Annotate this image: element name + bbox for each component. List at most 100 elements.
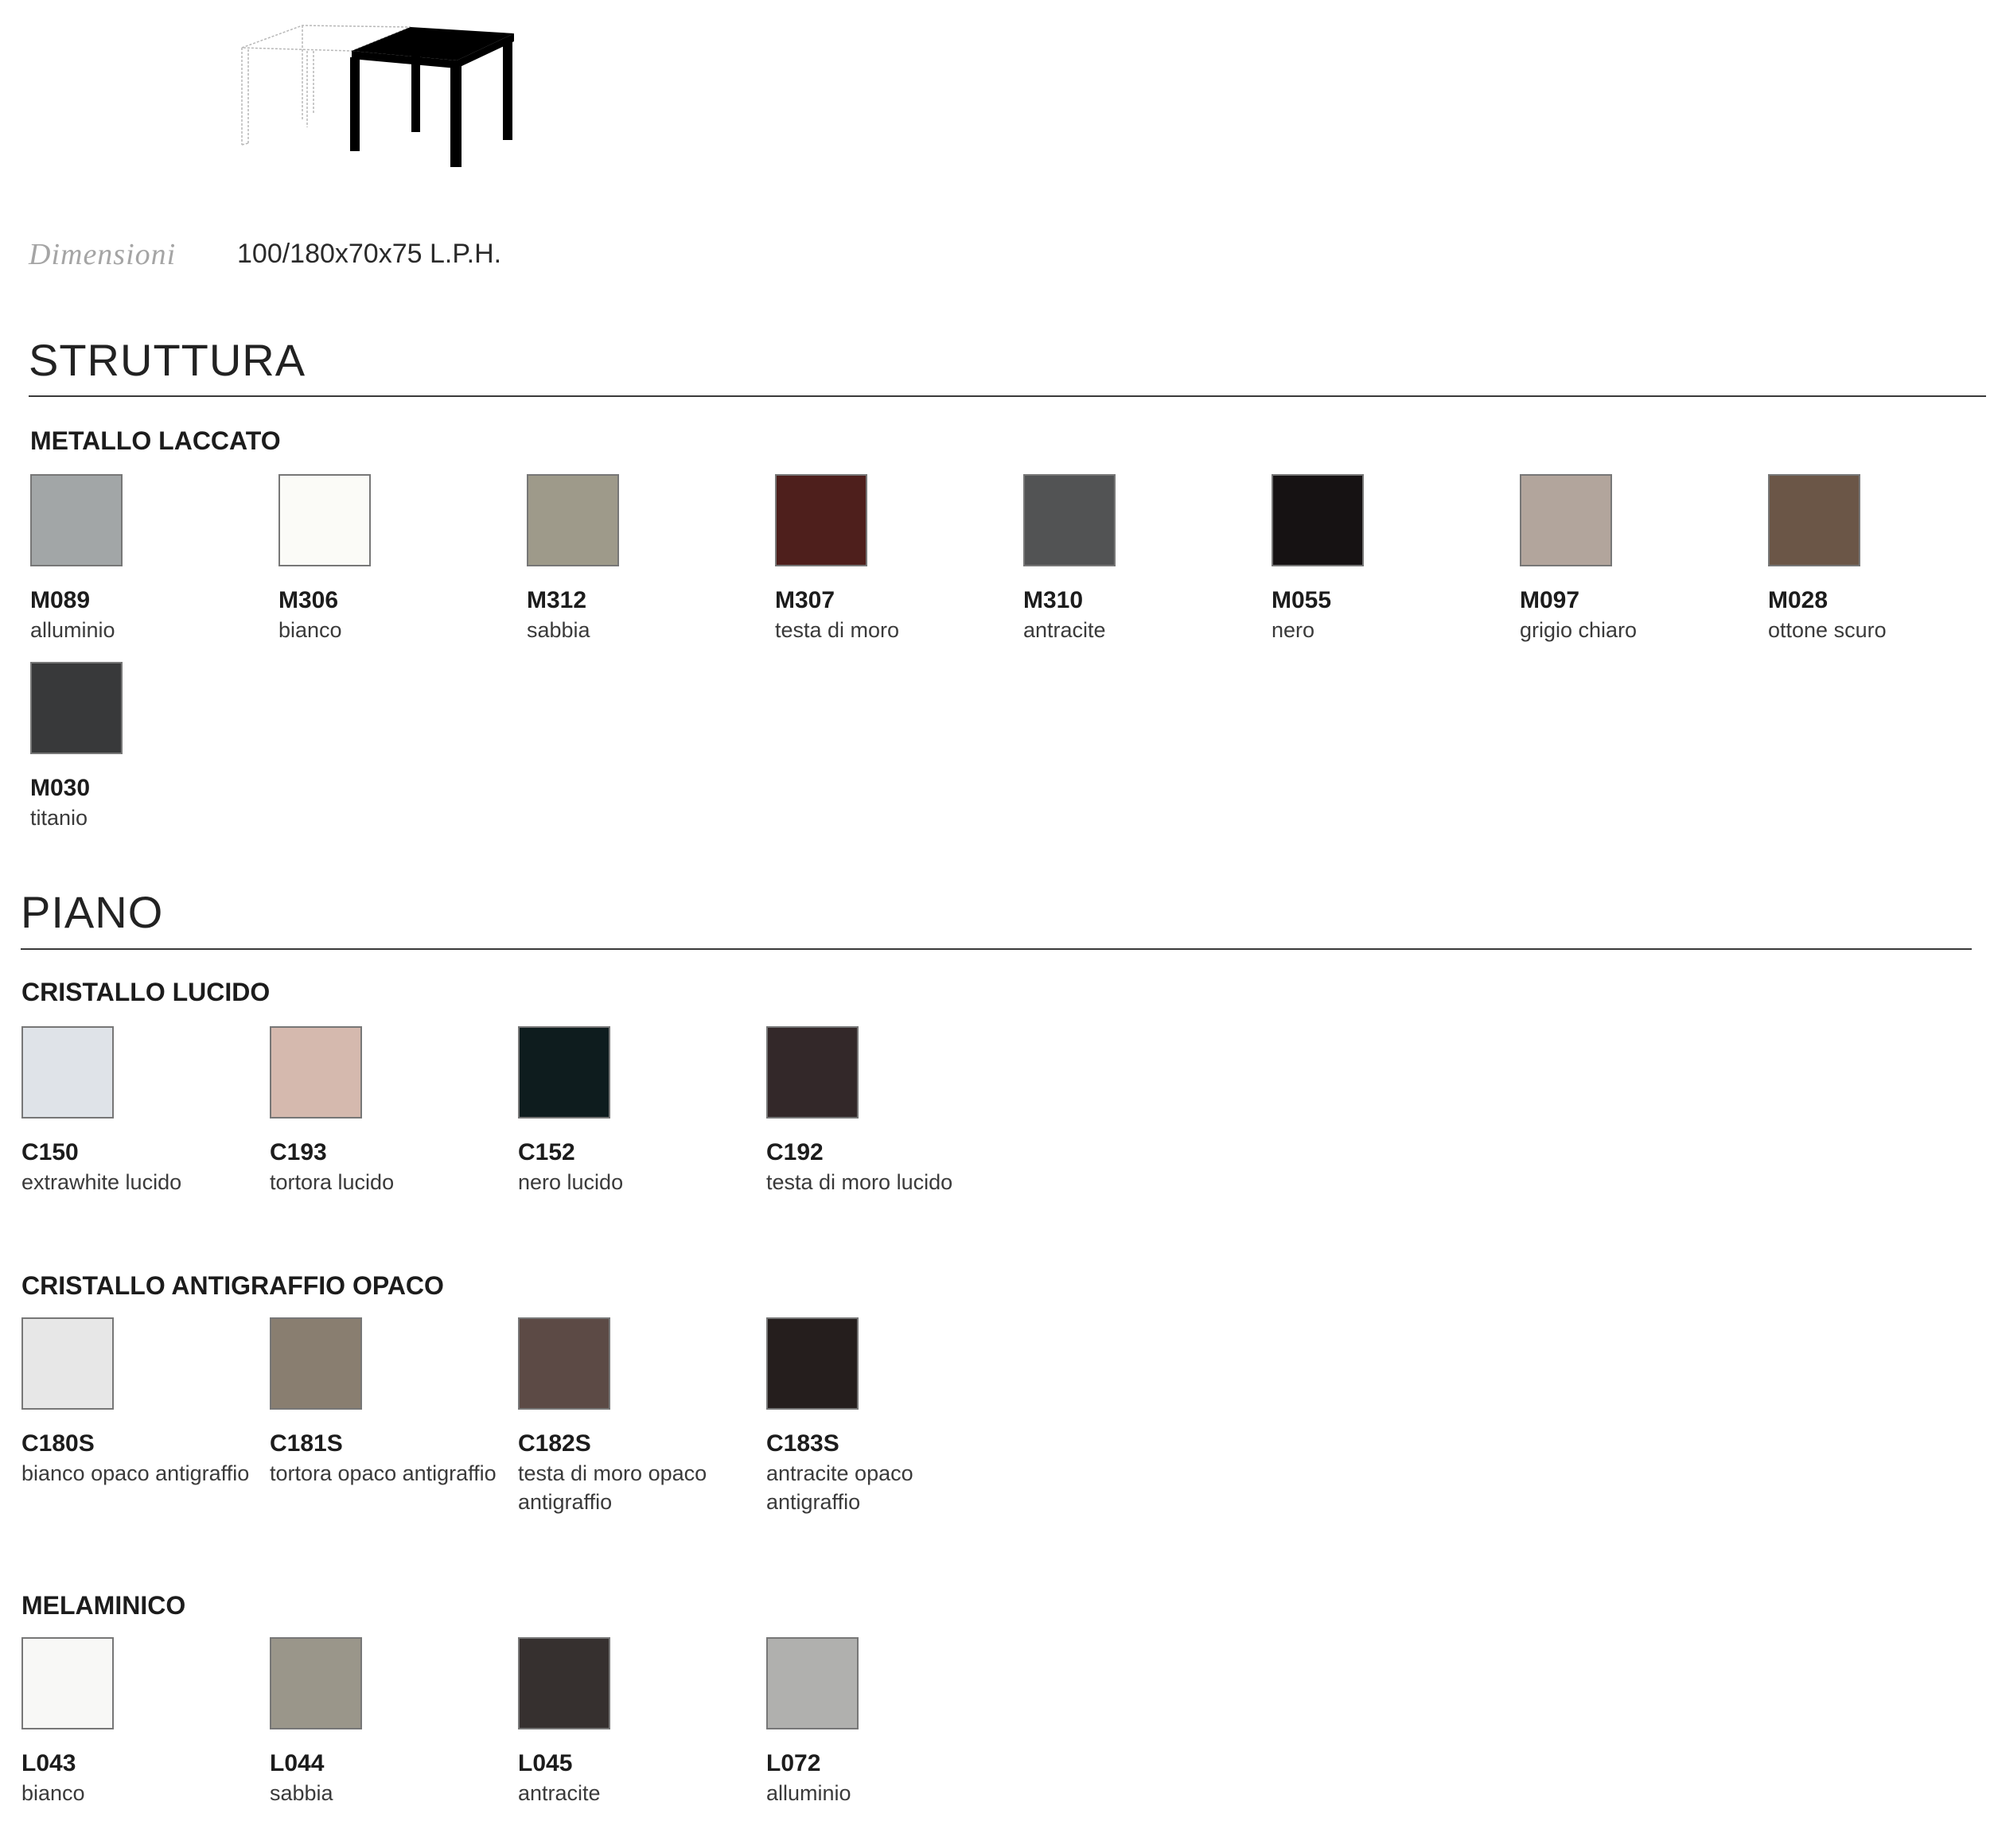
swatch-name: titanio (30, 806, 88, 830)
group-title-cristallo-lucido: CRISTALLO LUCIDO (21, 978, 271, 1006)
color-swatch[interactable] (30, 662, 123, 754)
color-swatch[interactable] (1768, 474, 1860, 566)
swatch-name: tortora lucido (270, 1170, 395, 1194)
swatch-item[interactable]: C192 testa di moro lucido (766, 1026, 1015, 1196)
color-swatch[interactable] (1272, 474, 1364, 566)
swatch-name: alluminio (766, 1781, 851, 1805)
swatch-code: C193 (270, 1139, 327, 1165)
dimensions-value: 100/180x70x75 L.P.H. (237, 239, 502, 269)
swatch-item[interactable]: M306 bianco (278, 474, 527, 644)
swatch-name: sabbia (270, 1781, 333, 1805)
swatch-code: L044 (270, 1750, 325, 1776)
swatch-item[interactable]: C150 extrawhite lucido (21, 1026, 270, 1196)
swatch-code: M028 (1768, 587, 1828, 613)
swatch-item[interactable]: M028 ottone scuro (1768, 474, 1994, 644)
section-divider (21, 948, 1972, 950)
color-swatch[interactable] (766, 1637, 859, 1729)
swatch-item[interactable]: M055 nero (1272, 474, 1520, 644)
swatch-item[interactable]: C152 nero lucido (518, 1026, 766, 1196)
dimensions-label: Dimensioni (29, 238, 177, 271)
color-swatch[interactable] (270, 1026, 362, 1119)
swatch-row: M089 alluminio M306 bianco M312 sabbia M307 tes… (30, 474, 1994, 644)
swatch-code: C180S (21, 1430, 95, 1457)
swatch-code: M306 (278, 587, 339, 613)
color-swatch[interactable] (527, 474, 619, 566)
swatch-code: M310 (1023, 587, 1084, 613)
color-swatch[interactable] (21, 1317, 114, 1410)
swatch-code: C181S (270, 1430, 343, 1457)
color-swatch[interactable] (518, 1317, 610, 1410)
swatch-name: bianco (278, 618, 342, 642)
swatch-code: C192 (766, 1139, 824, 1165)
color-swatch[interactable] (518, 1026, 610, 1119)
swatch-row: C150 extrawhite lucido C193 tortora lucido C… (21, 1026, 1015, 1196)
swatch-code: C182S (518, 1430, 591, 1457)
swatch-row: C180S bianco opaco antigraffio C181S tortor… (21, 1317, 1015, 1516)
swatch-code: L072 (766, 1750, 821, 1776)
group-title-cristallo-opaco: CRISTALLO ANTIGRAFFIO OPACO (21, 1271, 444, 1300)
color-swatch[interactable] (775, 474, 867, 566)
swatch-item[interactable]: C193 tortora lucido (270, 1026, 518, 1196)
group-title-metallo-laccato: METALLO LACCATO (30, 426, 281, 455)
swatch-item[interactable]: L045 antracite (518, 1637, 766, 1807)
swatch-item[interactable]: C183S antracite opaco antigraffio (766, 1317, 1015, 1516)
swatch-code: M312 (527, 587, 587, 613)
swatch-code: M089 (30, 587, 91, 613)
color-swatch[interactable] (21, 1026, 114, 1119)
swatch-item[interactable]: C180S bianco opaco antigraffio (21, 1317, 270, 1516)
swatch-name: sabbia (527, 618, 590, 642)
swatch-code: C152 (518, 1139, 575, 1165)
group-title-melaminico: MELAMINICO (21, 1591, 186, 1620)
swatch-name: tortora opaco antigraffio (270, 1461, 497, 1485)
swatch-name: antracite (1023, 618, 1106, 642)
swatch-row: M030 titanio (30, 662, 278, 832)
swatch-code: M097 (1520, 587, 1580, 613)
swatch-item[interactable]: M089 alluminio (30, 474, 278, 644)
swatch-name: ottone scuro (1768, 618, 1887, 642)
color-swatch[interactable] (766, 1026, 859, 1119)
swatch-code: M030 (30, 775, 91, 801)
swatch-name: nero (1272, 618, 1315, 642)
color-swatch[interactable] (518, 1637, 610, 1729)
swatch-code: C150 (21, 1139, 79, 1165)
swatch-code: L043 (21, 1750, 76, 1776)
swatch-name: extrawhite lucido (21, 1170, 182, 1194)
table-illustration (231, 16, 525, 170)
swatch-code: C183S (766, 1430, 839, 1457)
swatch-item[interactable]: L044 sabbia (270, 1637, 518, 1807)
swatch-item[interactable]: C181S tortora opaco antigraffio (270, 1317, 518, 1516)
swatch-item[interactable]: M312 sabbia (527, 474, 775, 644)
section-title-piano: PIANO (21, 887, 164, 937)
color-swatch[interactable] (1023, 474, 1116, 566)
color-swatch[interactable] (766, 1317, 859, 1410)
swatch-name: testa di moro lucido (766, 1170, 953, 1194)
swatch-name: antracite opaco antigraffio (766, 1461, 913, 1514)
color-swatch[interactable] (1520, 474, 1612, 566)
swatch-name: alluminio (30, 618, 115, 642)
swatch-name: testa di moro opaco antigraffio (518, 1461, 707, 1514)
swatch-code: L045 (518, 1750, 573, 1776)
swatch-item[interactable]: L072 alluminio (766, 1637, 1015, 1807)
swatch-name: bianco (21, 1781, 85, 1805)
swatch-item[interactable]: M097 grigio chiaro (1520, 474, 1768, 644)
swatch-item[interactable]: C182S testa di moro opaco antigraffio (518, 1317, 766, 1516)
swatch-name: nero lucido (518, 1170, 624, 1194)
swatch-name: antracite (518, 1781, 601, 1805)
swatch-item[interactable]: L043 bianco (21, 1637, 270, 1807)
swatch-name: grigio chiaro (1520, 618, 1638, 642)
color-swatch[interactable] (278, 474, 371, 566)
color-swatch[interactable] (30, 474, 123, 566)
color-swatch[interactable] (270, 1637, 362, 1729)
swatch-item[interactable]: M307 testa di moro (775, 474, 1023, 644)
swatch-item[interactable]: M030 titanio (30, 662, 278, 832)
section-divider (29, 395, 1986, 397)
swatch-name: testa di moro (775, 618, 900, 642)
swatch-name: bianco opaco antigraffio (21, 1461, 250, 1485)
color-swatch[interactable] (21, 1637, 114, 1729)
section-title-struttura: STRUTTURA (29, 335, 306, 385)
swatch-row: L043 bianco L044 sabbia L045 antracite L072 all… (21, 1637, 1015, 1807)
color-swatch[interactable] (270, 1317, 362, 1410)
swatch-item[interactable]: M310 antracite (1023, 474, 1272, 644)
swatch-code: M055 (1272, 587, 1332, 613)
swatch-code: M307 (775, 587, 835, 613)
